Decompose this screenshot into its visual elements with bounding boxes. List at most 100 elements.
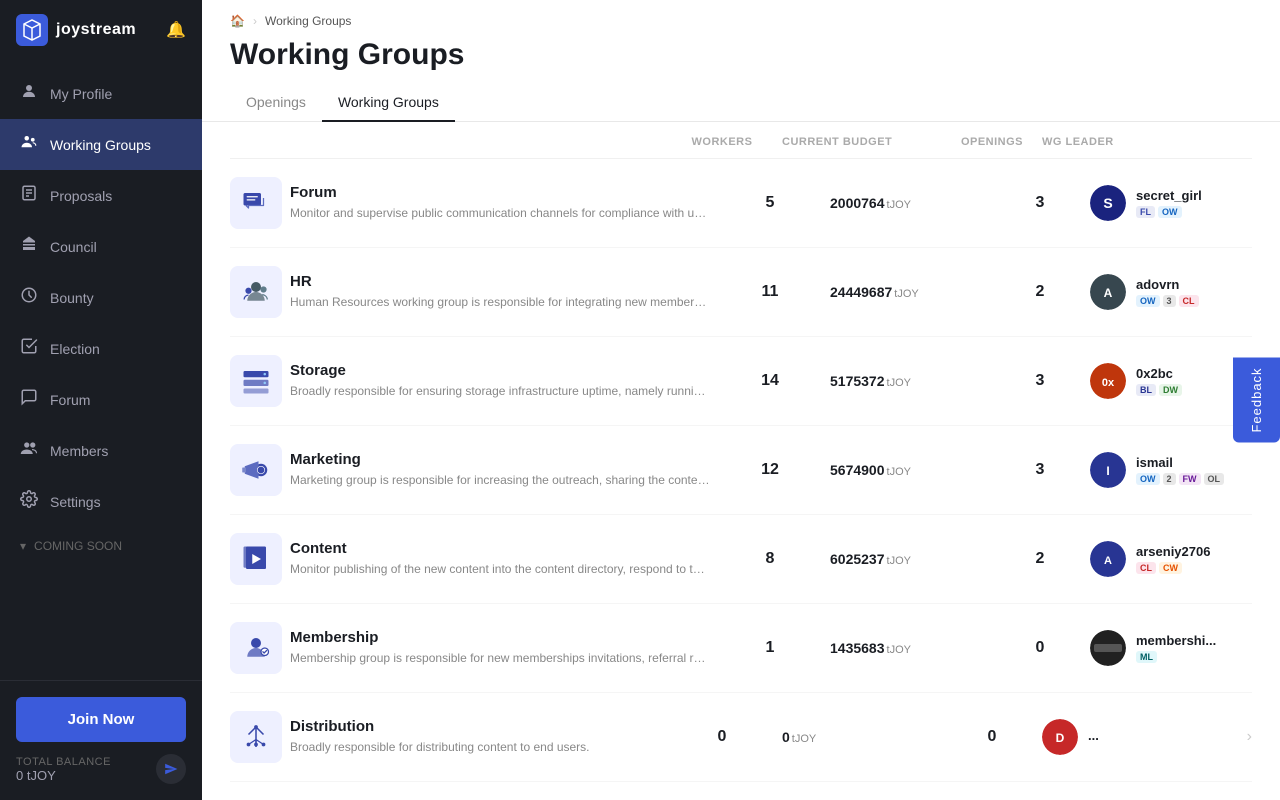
document-icon	[20, 184, 38, 207]
group-budget: 6025237tJOY	[830, 551, 990, 567]
coming-soon-label: COMING SOON	[34, 539, 122, 553]
coming-soon-section[interactable]: ▾ COMING SOON	[0, 527, 202, 565]
leader-name: secret_girl	[1136, 188, 1202, 203]
leader-badge: CW	[1159, 562, 1182, 574]
th-leader: WG LEADER	[1042, 136, 1222, 148]
group-description: Monitor publishing of the new content in…	[290, 561, 710, 578]
leader-name: ismail	[1136, 455, 1224, 470]
sidebar-label-my-profile: My Profile	[50, 86, 182, 102]
table-row[interactable]: HR Human Resources working group is resp…	[230, 248, 1252, 337]
members-icon	[20, 439, 38, 462]
sidebar-item-working-groups[interactable]: Working Groups	[0, 119, 202, 170]
group-leader: A adovrn OW3CL	[1090, 274, 1270, 310]
settings-icon	[20, 490, 38, 513]
svg-text:A: A	[1104, 555, 1112, 567]
leader-badge: OW	[1136, 473, 1160, 485]
sidebar-label-proposals: Proposals	[50, 188, 182, 204]
sidebar-label-members: Members	[50, 443, 182, 459]
sidebar-item-my-profile[interactable]: My Profile	[0, 68, 202, 119]
sidebar-label-settings: Settings	[50, 494, 182, 510]
breadcrumb-separator: ›	[253, 14, 257, 28]
sidebar-item-bounty[interactable]: Bounty	[0, 272, 202, 323]
group-budget: 24449687tJOY	[830, 284, 990, 300]
row-chevron-icon: ›	[1222, 728, 1252, 746]
group-workers: 1	[710, 639, 830, 657]
sidebar-item-settings[interactable]: Settings	[0, 476, 202, 527]
send-button[interactable]	[156, 754, 186, 784]
table-row[interactable]: Membership Membership group is responsib…	[230, 604, 1252, 693]
group-workers: 11	[710, 283, 830, 301]
sidebar-item-council[interactable]: Council	[0, 221, 202, 272]
group-budget: 2000764tJOY	[830, 195, 990, 211]
leader-badge: FW	[1179, 473, 1201, 485]
group-description: Marketing group is responsible for incre…	[290, 472, 710, 489]
leader-info: adovrn OW3CL	[1136, 277, 1199, 307]
group-icon-content	[230, 533, 282, 585]
th-budget: CURRENT BUDGET	[782, 136, 942, 148]
sidebar-item-proposals[interactable]: Proposals	[0, 170, 202, 221]
notification-bell-icon[interactable]: 🔔	[166, 20, 186, 40]
sidebar-item-forum[interactable]: Forum	[0, 374, 202, 425]
tab-working-groups[interactable]: Working Groups	[322, 84, 455, 122]
table-row[interactable]: Content Monitor publishing of the new co…	[230, 515, 1252, 604]
breadcrumb-home-icon[interactable]: 🏠	[230, 14, 245, 28]
group-icon-distribution	[230, 711, 282, 763]
leader-info: secret_girl FLOW	[1136, 188, 1202, 218]
sidebar-bottom: Join Now TOTAL BALANCE 0 tJOY	[0, 680, 202, 800]
group-workers: 0	[662, 728, 782, 746]
group-workers: 8	[710, 550, 830, 568]
balance-label: TOTAL BALANCE	[16, 756, 111, 768]
working-groups-table: WORKERS CURRENT BUDGET OPENINGS WG LEADE…	[202, 122, 1280, 800]
sidebar-label-council: Council	[50, 239, 182, 255]
leader-avatar: 0x	[1090, 363, 1126, 399]
group-openings: 0	[990, 639, 1090, 657]
group-description: Broadly responsible for ensuring storage…	[290, 383, 710, 400]
row-chevron-icon: ›	[1270, 194, 1280, 212]
group-openings: 3	[990, 372, 1090, 390]
svg-text:S: S	[1103, 195, 1112, 211]
leader-info: arseniy2706 CLCW	[1136, 544, 1210, 574]
leader-badges: OW3CL	[1136, 295, 1199, 307]
feedback-panel[interactable]: Feedback	[1233, 357, 1280, 442]
budget-unit: tJOY	[887, 466, 911, 478]
row-chevron-icon: ›	[1270, 639, 1280, 657]
person-icon	[20, 82, 38, 105]
logo[interactable]: joystream	[16, 14, 136, 46]
tab-openings[interactable]: Openings	[230, 84, 322, 122]
th-name	[290, 136, 662, 148]
leader-name: 0x2bc	[1136, 366, 1182, 381]
leader-badge: 3	[1163, 295, 1176, 307]
group-info-hr: HR Human Resources working group is resp…	[290, 273, 710, 311]
table-row[interactable]: Distribution Broadly responsible for dis…	[230, 693, 1252, 782]
table-row[interactable]: Marketing Marketing group is responsible…	[230, 426, 1252, 515]
feedback-button[interactable]: Feedback	[1233, 357, 1280, 442]
group-icon-membership	[230, 622, 282, 674]
table-rows-container: Forum Monitor and supervise public commu…	[230, 159, 1252, 782]
table-row[interactable]: Storage Broadly responsible for ensuring…	[230, 337, 1252, 426]
leader-name: membershi...	[1136, 633, 1216, 648]
leader-badge: CL	[1136, 562, 1156, 574]
total-balance-section: TOTAL BALANCE 0 tJOY	[16, 754, 186, 784]
chevron-down-icon: ▾	[20, 539, 26, 553]
group-openings: 2	[990, 550, 1090, 568]
leader-badges: OW2FWOL	[1136, 473, 1224, 485]
th-workers: WORKERS	[662, 136, 782, 148]
tabs-container: Openings Working Groups	[202, 72, 1280, 122]
sidebar-item-election[interactable]: Election	[0, 323, 202, 374]
leader-badge: FL	[1136, 206, 1155, 218]
leader-name: adovrn	[1136, 277, 1199, 292]
balance-info: TOTAL BALANCE 0 tJOY	[16, 756, 111, 783]
group-openings: 2	[990, 283, 1090, 301]
leader-info: ismail OW2FWOL	[1136, 455, 1224, 485]
group-info-content: Content Monitor publishing of the new co…	[290, 540, 710, 578]
group-description: Human Resources working group is respons…	[290, 294, 710, 311]
balance-value: 0 tJOY	[16, 768, 111, 783]
table-row[interactable]: Forum Monitor and supervise public commu…	[230, 159, 1252, 248]
group-info-membership: Membership Membership group is responsib…	[290, 629, 710, 667]
sidebar-label-bounty: Bounty	[50, 290, 182, 306]
budget-unit: tJOY	[792, 733, 816, 745]
sidebar: joystream 🔔 My Profile Working Groups Pr…	[0, 0, 202, 800]
sidebar-item-members[interactable]: Members	[0, 425, 202, 476]
join-now-button[interactable]: Join Now	[16, 697, 186, 742]
groups-icon	[20, 133, 38, 156]
